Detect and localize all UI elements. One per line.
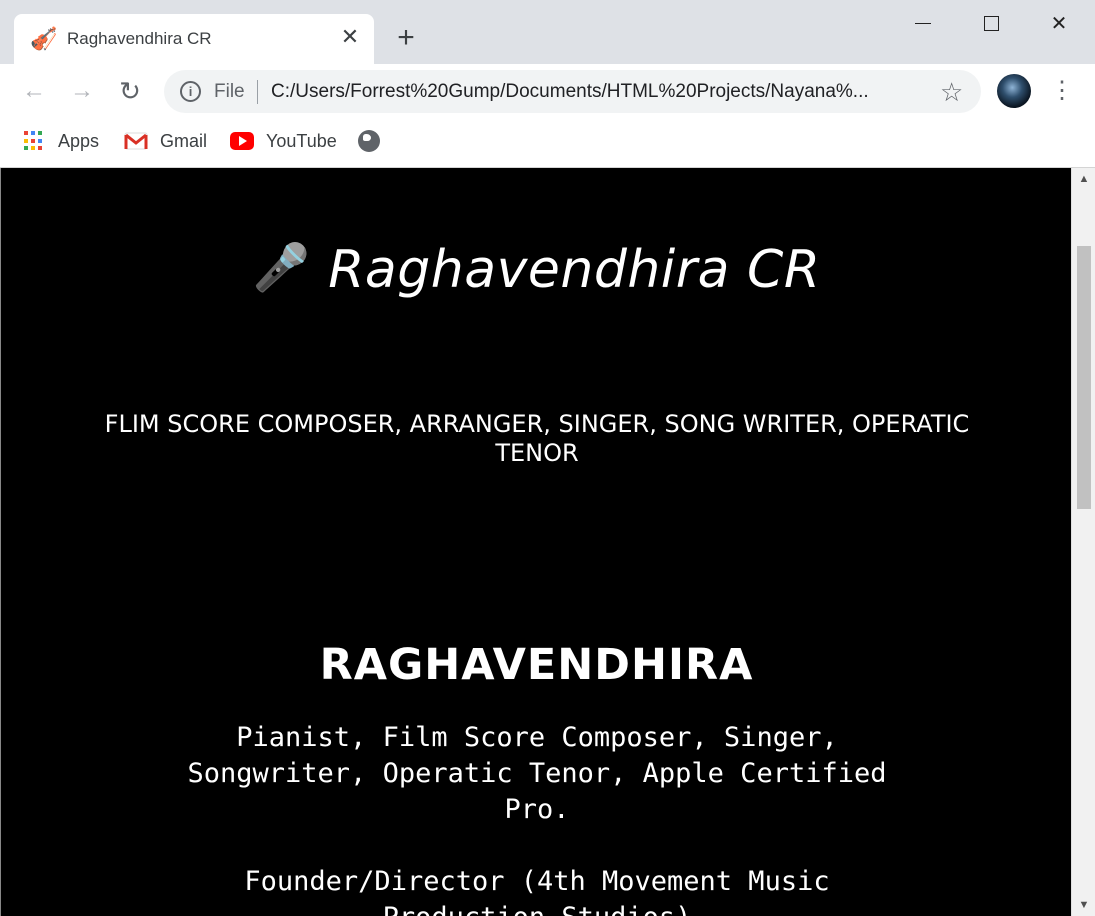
vertical-scrollbar[interactable]: ▲ ▼: [1071, 168, 1095, 916]
bookmark-label: YouTube: [266, 130, 337, 151]
scroll-up-arrow-icon[interactable]: ▲: [1072, 168, 1095, 190]
tab-title: Raghavendhira CR: [67, 29, 212, 48]
page-viewport: 🎤 Raghavendhira CR FLIM SCORE COMPOSER, A…: [0, 168, 1071, 916]
profile-avatar[interactable]: [997, 74, 1031, 108]
gmail-icon: [124, 132, 148, 150]
url-scheme-label: File: [214, 81, 245, 102]
bookmark-gmail[interactable]: Gmail: [124, 129, 207, 153]
maximize-button[interactable]: [968, 8, 1014, 40]
scrollbar-thumb[interactable]: [1077, 246, 1091, 509]
bio-text: Pianist, Film Score Composer, Singer, So…: [187, 722, 887, 916]
tab-strip: 🎻 Raghavendhira CR ✕ + ✕: [0, 0, 1095, 64]
microphone-icon: 🎤: [252, 240, 311, 294]
bookmark-globe[interactable]: [358, 129, 380, 153]
scroll-down-arrow-icon[interactable]: ▼: [1072, 894, 1095, 916]
address-bar[interactable]: i File C:/Users/Forrest%20Gump/Documents…: [164, 70, 981, 113]
tagline: FLIM SCORE COMPOSER, ARRANGER, SINGER, S…: [104, 410, 970, 467]
forward-button[interactable]: →: [67, 76, 97, 106]
bookmark-star-icon[interactable]: ☆: [940, 77, 963, 108]
site-title: 🎤 Raghavendhira CR: [1, 240, 1071, 300]
bookmark-youtube[interactable]: YouTube: [230, 129, 337, 153]
site-title-text: Raghavendhira CR: [328, 240, 821, 300]
url-text[interactable]: C:/Users/Forrest%20Gump/Documents/HTML%2…: [271, 81, 931, 103]
close-window-button[interactable]: ✕: [1036, 8, 1082, 40]
bookmark-label: Apps: [58, 130, 100, 151]
kebab-menu-icon[interactable]: ⋮: [1048, 76, 1076, 106]
youtube-icon: [230, 132, 254, 150]
apps-grid-icon: [24, 131, 44, 151]
minimize-button[interactable]: [900, 8, 946, 40]
bookmark-label: Gmail: [160, 130, 208, 151]
browser-toolbar: ← → ↻ i File C:/Users/Forrest%20Gump/Doc…: [0, 64, 1095, 120]
new-tab-button[interactable]: +: [392, 23, 420, 53]
bookmarks-bar: Apps Gmail YouTube: [0, 120, 1095, 168]
name-heading: RAGHAVENDHIRA: [319, 640, 754, 690]
reload-button[interactable]: ↻: [115, 76, 145, 106]
divider: [257, 80, 258, 104]
close-tab-icon[interactable]: ✕: [338, 25, 362, 49]
back-button[interactable]: ←: [19, 76, 49, 106]
bookmark-apps[interactable]: Apps: [24, 129, 99, 153]
browser-tab[interactable]: 🎻 Raghavendhira CR ✕: [14, 14, 374, 64]
violin-icon: 🎻: [30, 26, 58, 51]
globe-icon: [358, 130, 380, 152]
info-icon[interactable]: i: [180, 81, 201, 102]
